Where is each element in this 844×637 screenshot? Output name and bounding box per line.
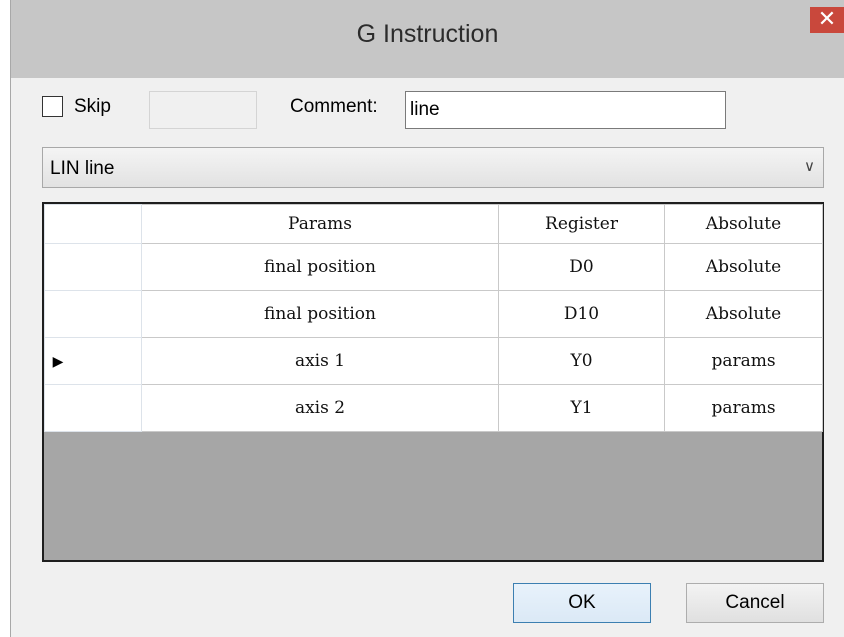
- close-button[interactable]: ✕: [810, 7, 844, 33]
- table-row[interactable]: ▶ axis 1 Y0 params: [44, 337, 823, 385]
- comment-input[interactable]: [405, 91, 726, 129]
- skip-value-field: [149, 91, 257, 129]
- row-header[interactable]: [44, 384, 142, 432]
- column-header-params[interactable]: Params: [141, 204, 499, 244]
- absolute-cell[interactable]: Absolute: [664, 243, 823, 291]
- chevron-down-icon[interactable]: ∨: [804, 157, 815, 175]
- grid-corner-cell: [44, 204, 142, 244]
- register-cell[interactable]: D10: [498, 290, 665, 338]
- row-header[interactable]: [44, 290, 142, 338]
- current-row-arrow-icon: ▶: [52, 354, 64, 370]
- instruction-type-value: LIN line: [50, 158, 115, 179]
- params-cell[interactable]: axis 2: [141, 384, 499, 432]
- row-header[interactable]: ▶: [44, 337, 142, 385]
- comment-label: Comment:: [290, 96, 378, 117]
- close-icon: ✕: [817, 6, 837, 31]
- title-bar[interactable]: G Instruction ✕: [11, 0, 844, 78]
- skip-checkbox[interactable]: [42, 96, 63, 117]
- params-cell[interactable]: final position: [141, 243, 499, 291]
- dialog-title: G Instruction: [356, 20, 499, 48]
- ok-button[interactable]: OK: [513, 583, 651, 623]
- params-grid: Params Register Absolute final position …: [42, 202, 824, 562]
- cancel-button[interactable]: Cancel: [686, 583, 824, 623]
- absolute-cell[interactable]: params: [664, 337, 823, 385]
- params-cell[interactable]: axis 1: [141, 337, 499, 385]
- register-cell[interactable]: Y0: [498, 337, 665, 385]
- absolute-cell[interactable]: Absolute: [664, 290, 823, 338]
- row-header[interactable]: [44, 243, 142, 291]
- params-cell[interactable]: final position: [141, 290, 499, 338]
- skip-label: Skip: [74, 96, 111, 117]
- table-row[interactable]: final position D10 Absolute: [44, 290, 823, 338]
- table-row[interactable]: axis 2 Y1 params: [44, 384, 823, 432]
- column-header-register[interactable]: Register: [498, 204, 665, 244]
- absolute-cell[interactable]: params: [664, 384, 823, 432]
- table-row[interactable]: final position D0 Absolute: [44, 243, 823, 291]
- register-cell[interactable]: Y1: [498, 384, 665, 432]
- g-instruction-dialog: G Instruction ✕ Skip Comment: LIN line ∨…: [10, 0, 844, 637]
- instruction-type-select[interactable]: LIN line ∨: [42, 147, 824, 188]
- column-header-absolute[interactable]: Absolute: [664, 204, 823, 244]
- register-cell[interactable]: D0: [498, 243, 665, 291]
- grid-header-row: Params Register Absolute: [44, 204, 823, 244]
